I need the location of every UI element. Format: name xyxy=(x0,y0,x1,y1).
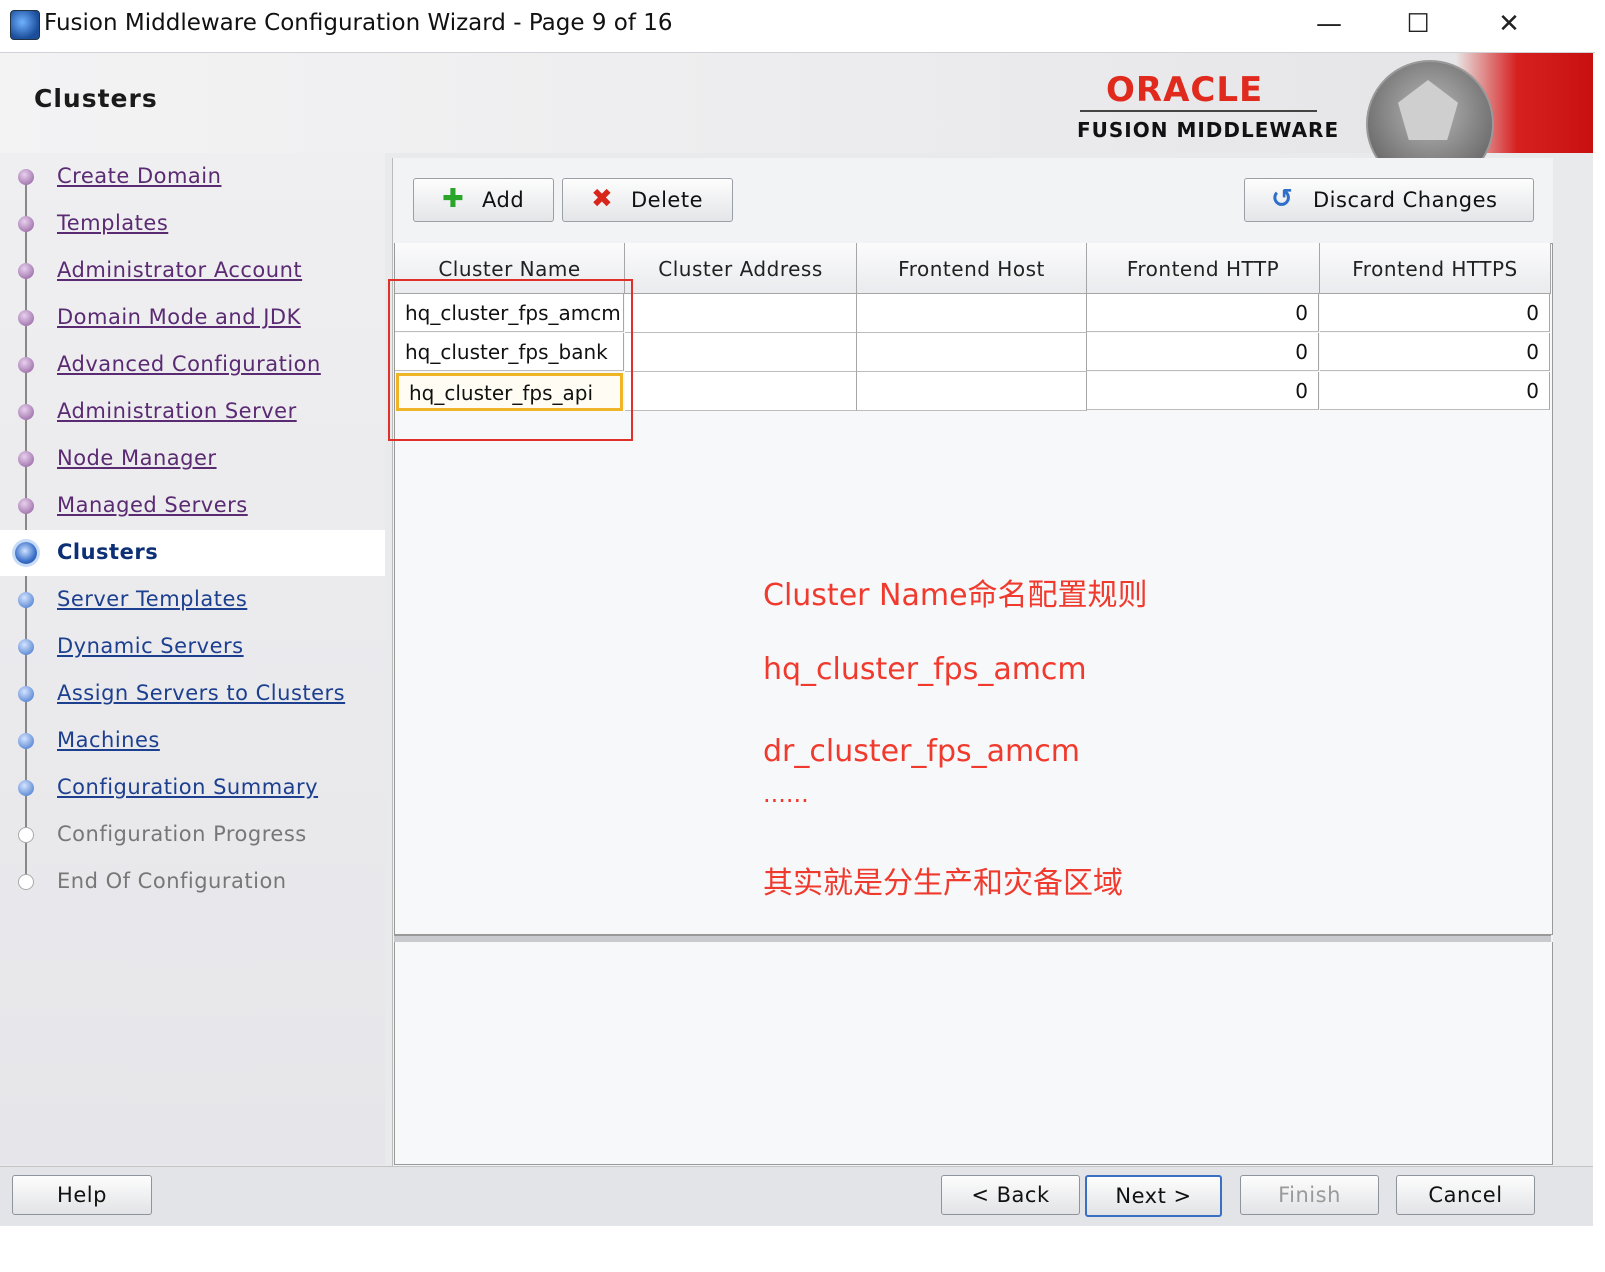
oracle-logo: ORACLE xyxy=(1106,70,1264,110)
nav-step-managed-servers[interactable]: Managed Servers xyxy=(0,483,385,529)
nav-step-label: Managed Servers xyxy=(57,493,248,517)
nav-step-configuration-summary[interactable]: Configuration Summary xyxy=(0,765,385,811)
column-header-cluster-address[interactable]: Cluster Address xyxy=(625,243,857,294)
next-button[interactable]: Next > xyxy=(1085,1175,1222,1217)
table-row-0-cluster-address[interactable] xyxy=(625,294,857,333)
nav-step-label: Administration Server xyxy=(57,399,297,423)
cancel-button[interactable]: Cancel xyxy=(1396,1175,1535,1215)
nav-step-clusters[interactable]: Clusters xyxy=(0,530,385,576)
nav-step-dynamic-servers[interactable]: Dynamic Servers xyxy=(0,624,385,670)
nav-step-label: Administrator Account xyxy=(57,258,303,282)
table-row-0-frontend-http[interactable]: 0 xyxy=(1087,294,1319,332)
column-header-frontend-host[interactable]: Frontend Host xyxy=(857,243,1087,294)
step-status-icon xyxy=(18,263,34,279)
nav-step-domain-mode-and-jdk[interactable]: Domain Mode and JDK xyxy=(0,295,385,341)
step-status-icon xyxy=(18,451,34,467)
nav-step-node-manager[interactable]: Node Manager xyxy=(0,436,385,482)
title-bar: Fusion Middleware Configuration Wizard -… xyxy=(0,0,1595,53)
close-button[interactable]: ✕ xyxy=(1487,4,1531,44)
step-status-icon xyxy=(18,686,34,702)
step-status-icon xyxy=(18,827,34,843)
table-row-1-cluster-address[interactable] xyxy=(625,333,857,372)
table-row-0-frontend-https[interactable]: 0 xyxy=(1320,294,1550,332)
annotation-title: Cluster Name命名配置规则 xyxy=(763,578,1148,613)
table-row-1-frontend-host[interactable] xyxy=(857,333,1087,372)
discard-changes-label: Discard Changes xyxy=(1313,188,1498,212)
logo-divider xyxy=(1080,110,1317,112)
annotation-highlight-box xyxy=(388,279,633,441)
nav-step-templates[interactable]: Templates xyxy=(0,201,385,247)
step-status-icon xyxy=(18,639,34,655)
step-status-icon xyxy=(18,310,34,326)
nav-step-label: Node Manager xyxy=(57,446,217,470)
nav-step-advanced-configuration[interactable]: Advanced Configuration xyxy=(0,342,385,388)
nav-step-configuration-progress: Configuration Progress xyxy=(0,812,385,858)
nav-step-machines[interactable]: Machines xyxy=(0,718,385,764)
table-row-2-frontend-http[interactable]: 0 xyxy=(1087,372,1319,410)
step-status-icon xyxy=(18,498,34,514)
nav-step-label: End Of Configuration xyxy=(57,869,287,893)
nav-step-label: Domain Mode and JDK xyxy=(57,305,301,329)
column-header-frontend-https[interactable]: Frontend HTTPS xyxy=(1320,243,1551,294)
help-button[interactable]: Help xyxy=(12,1175,152,1215)
nav-step-label: Templates xyxy=(57,211,169,235)
table-row-1-frontend-http[interactable]: 0 xyxy=(1087,333,1319,371)
nav-step-label: Server Templates xyxy=(57,587,248,611)
nav-step-server-templates[interactable]: Server Templates xyxy=(0,577,385,623)
delete-button-label: Delete xyxy=(631,188,703,212)
nav-step-assign-servers-to-clusters[interactable]: Assign Servers to Clusters xyxy=(0,671,385,717)
nav-step-label: Assign Servers to Clusters xyxy=(57,681,346,705)
nav-step-administration-server[interactable]: Administration Server xyxy=(0,389,385,435)
fusion-middleware-logo-text: FUSION MIDDLEWARE xyxy=(1077,118,1340,142)
page-title: Clusters xyxy=(34,84,158,113)
details-pane xyxy=(394,942,1553,1165)
step-status-icon xyxy=(18,733,34,749)
finish-button[interactable]: Finish xyxy=(1240,1175,1379,1215)
undo-icon: ↺ xyxy=(1271,184,1293,214)
column-header-frontend-http[interactable]: Frontend HTTP xyxy=(1087,243,1320,294)
nav-step-create-domain[interactable]: Create Domain xyxy=(0,154,385,200)
nav-step-label: Configuration Summary xyxy=(57,775,319,799)
step-status-icon xyxy=(18,404,34,420)
red-x-icon: ✖ xyxy=(591,184,613,214)
nav-step-label: Machines xyxy=(57,728,160,752)
back-button[interactable]: < Back xyxy=(941,1175,1080,1215)
window-title: Fusion Middleware Configuration Wizard -… xyxy=(44,10,673,36)
add-button-label: Add xyxy=(482,188,525,212)
window-edge xyxy=(1593,53,1605,1272)
minimize-button[interactable]: — xyxy=(1307,4,1351,44)
table-row-0-frontend-host[interactable] xyxy=(857,294,1087,333)
app-globe-icon xyxy=(10,10,40,40)
table-row-2-frontend-host[interactable] xyxy=(857,372,1087,411)
nav-step-administrator-account[interactable]: Administrator Account xyxy=(0,248,385,294)
nav-step-label: Clusters xyxy=(57,540,159,564)
nav-step-label: Configuration Progress xyxy=(57,822,307,846)
step-status-icon xyxy=(18,592,34,608)
nav-step-end-of-configuration: End Of Configuration xyxy=(0,859,385,905)
annotation-example-dr: dr_cluster_fps_amcm xyxy=(763,734,1080,769)
nav-step-label: Dynamic Servers xyxy=(57,634,244,658)
table-row-2-frontend-https[interactable]: 0 xyxy=(1320,372,1550,410)
background-window-strip xyxy=(0,1226,1605,1272)
annotation-note: 其实就是分生产和灾备区域 xyxy=(763,866,1123,901)
step-status-icon xyxy=(18,169,34,185)
step-status-icon xyxy=(18,780,34,796)
table-row-2-cluster-address[interactable] xyxy=(625,372,857,411)
discard-changes-button[interactable]: ↺ Discard Changes xyxy=(1244,178,1534,222)
nav-step-label: Create Domain xyxy=(57,164,222,188)
add-button[interactable]: ✚ Add xyxy=(413,178,554,222)
step-status-icon xyxy=(15,542,37,564)
step-status-icon xyxy=(18,216,34,232)
nav-step-label: Advanced Configuration xyxy=(57,352,321,376)
table-row-1-frontend-https[interactable]: 0 xyxy=(1320,333,1550,371)
annotation-example-hq: hq_cluster_fps_amcm xyxy=(763,652,1087,687)
step-status-icon xyxy=(18,874,34,890)
annotation-ellipsis: ...... xyxy=(763,780,809,808)
delete-button[interactable]: ✖ Delete xyxy=(562,178,733,222)
plus-icon: ✚ xyxy=(442,184,464,214)
maximize-button[interactable]: ☐ xyxy=(1396,4,1440,44)
wizard-header xyxy=(0,53,1593,153)
step-status-icon xyxy=(18,357,34,373)
